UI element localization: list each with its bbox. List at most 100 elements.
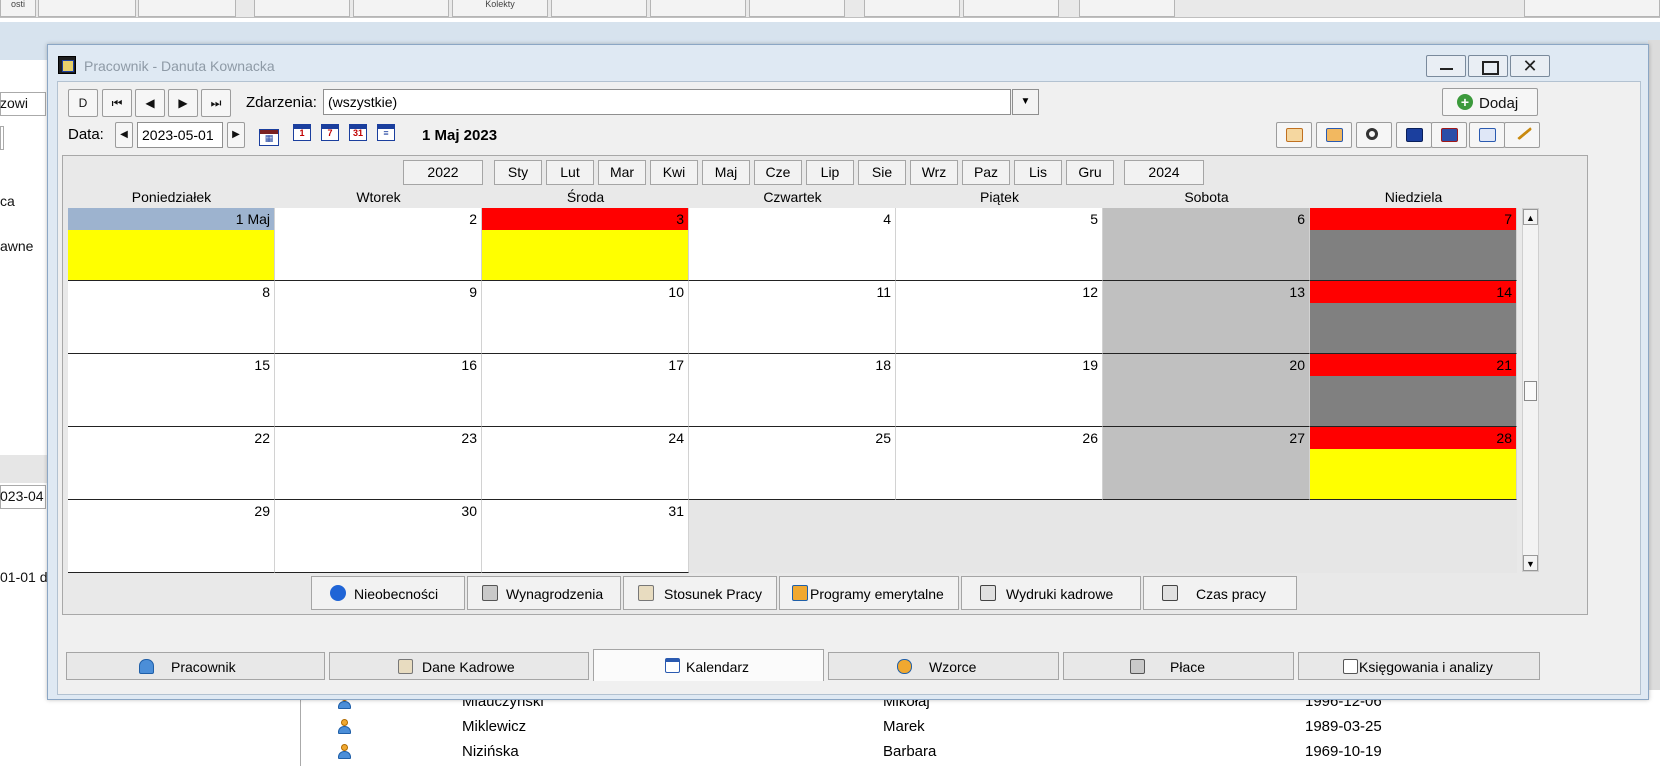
bg-toolbar-button[interactable] bbox=[749, 0, 845, 17]
month-button-sty[interactable]: Sty bbox=[494, 160, 542, 185]
day-cell[interactable]: 24 bbox=[482, 427, 689, 500]
subtab-stosunek-pracy[interactable]: Stosunek Pracy bbox=[623, 576, 777, 610]
day-cell-body[interactable] bbox=[1103, 376, 1309, 426]
day-cell-body[interactable] bbox=[896, 376, 1102, 426]
day-cell-body[interactable] bbox=[896, 303, 1102, 353]
subtab-wydruki-kadrowe[interactable]: Wydruki kadrowe bbox=[961, 576, 1141, 610]
day-cell[interactable]: 29 bbox=[68, 500, 275, 573]
title-bar[interactable]: Pracownik - Danuta Kownacka ✕ bbox=[48, 45, 1648, 81]
week-view-icon[interactable]: 7 bbox=[321, 124, 339, 141]
subtab-nieobecnosci[interactable]: Nieobecności bbox=[311, 576, 465, 610]
calendar-picker-icon[interactable]: ▦ bbox=[259, 129, 279, 146]
day-cell[interactable]: 22 bbox=[68, 427, 275, 500]
day-cell-body[interactable] bbox=[1310, 376, 1516, 426]
month-view-icon[interactable]: 31 bbox=[349, 124, 367, 141]
day-cell[interactable]: 21 bbox=[1310, 354, 1517, 427]
date-input[interactable]: 2023-05-01 bbox=[137, 122, 223, 148]
day-cell[interactable]: 19 bbox=[896, 354, 1103, 427]
day-cell[interactable]: 8 bbox=[68, 281, 275, 354]
skip-first-button[interactable]: ⏮ bbox=[102, 89, 132, 117]
bg-toolbar-button[interactable] bbox=[551, 0, 647, 17]
day-cell[interactable]: 4 bbox=[689, 208, 896, 281]
day-cell-body[interactable] bbox=[275, 303, 481, 353]
day-cell-body[interactable] bbox=[275, 230, 481, 280]
date-previous-button[interactable]: ◀ bbox=[115, 122, 133, 148]
day-cell[interactable]: 5 bbox=[896, 208, 1103, 281]
day-cell-body[interactable] bbox=[896, 230, 1102, 280]
day-cell[interactable]: 2 bbox=[275, 208, 482, 281]
bg-toolbar-button[interactable]: osti bbox=[0, 0, 36, 17]
chevron-down-icon[interactable]: ▼ bbox=[1012, 89, 1039, 115]
day-cell-body[interactable] bbox=[689, 303, 895, 353]
bg-toolbar-button[interactable] bbox=[650, 0, 746, 17]
day-cell-body[interactable] bbox=[1310, 449, 1516, 499]
pencil-icon[interactable] bbox=[1504, 121, 1540, 148]
bg-toolbar-button[interactable] bbox=[38, 0, 136, 17]
maximize-button[interactable] bbox=[1468, 55, 1508, 77]
day-cell-body[interactable] bbox=[1103, 449, 1309, 499]
day-cell-body[interactable] bbox=[275, 522, 481, 572]
bg-toolbar-button[interactable] bbox=[864, 0, 960, 17]
day-view-icon[interactable]: 1 bbox=[293, 124, 311, 141]
day-cell-body[interactable] bbox=[482, 449, 688, 499]
chart-icon[interactable] bbox=[1316, 122, 1352, 148]
month-button-lis[interactable]: Lis bbox=[1014, 160, 1062, 185]
calendar-scrollbar[interactable]: ▲ ▼ bbox=[1522, 208, 1539, 572]
search-icon[interactable] bbox=[1356, 122, 1392, 148]
day-cell-body[interactable] bbox=[896, 449, 1102, 499]
scroll-up-icon[interactable]: ▲ bbox=[1523, 209, 1538, 225]
day-cell[interactable]: 23 bbox=[275, 427, 482, 500]
bg-toolbar-button[interactable] bbox=[1079, 0, 1175, 17]
next-year-button[interactable]: 2024 bbox=[1124, 160, 1204, 185]
day-cell[interactable]: 12 bbox=[896, 281, 1103, 354]
day-cell-body[interactable] bbox=[482, 303, 688, 353]
month-button-lut[interactable]: Lut bbox=[546, 160, 594, 185]
month-button-cze[interactable]: Cze bbox=[754, 160, 802, 185]
day-cell[interactable]: 15 bbox=[68, 354, 275, 427]
day-cell[interactable]: 11 bbox=[689, 281, 896, 354]
scroll-down-icon[interactable]: ▼ bbox=[1523, 555, 1538, 571]
subtab-programy-emerytalne[interactable]: Programy emerytalne bbox=[779, 576, 959, 610]
month-button-wrz[interactable]: Wrz bbox=[910, 160, 958, 185]
prev-year-button[interactable]: 2022 bbox=[403, 160, 483, 185]
bg-toolbar-button[interactable] bbox=[353, 0, 449, 17]
month-button-mar[interactable]: Mar bbox=[598, 160, 646, 185]
first-record-button[interactable]: D bbox=[68, 89, 98, 117]
day-cell-body[interactable] bbox=[275, 376, 481, 426]
day-cell-body[interactable] bbox=[68, 449, 274, 499]
day-cell[interactable]: 28 bbox=[1310, 427, 1517, 500]
day-cell[interactable]: 13 bbox=[1103, 281, 1310, 354]
day-cell[interactable]: 25 bbox=[689, 427, 896, 500]
day-cell-body[interactable] bbox=[1310, 303, 1516, 353]
bg-toolbar-button[interactable] bbox=[963, 0, 1059, 17]
day-cell-body[interactable] bbox=[68, 376, 274, 426]
day-cell[interactable]: 31 bbox=[482, 500, 689, 573]
next-button[interactable]: ▶ bbox=[168, 89, 198, 117]
day-cell[interactable]: 17 bbox=[482, 354, 689, 427]
day-cell[interactable]: 18 bbox=[689, 354, 896, 427]
tab-kalendarz[interactable]: Kalendarz bbox=[593, 649, 824, 681]
day-cell-body[interactable] bbox=[68, 522, 274, 572]
event-icon[interactable] bbox=[1276, 122, 1312, 148]
day-cell-body[interactable] bbox=[689, 230, 895, 280]
day-cell-body[interactable] bbox=[482, 376, 688, 426]
day-cell[interactable]: 10 bbox=[482, 281, 689, 354]
day-cell[interactable]: 6 bbox=[1103, 208, 1310, 281]
bg-toolbar-button[interactable] bbox=[138, 0, 236, 17]
month-button-gru[interactable]: Gru bbox=[1066, 160, 1114, 185]
bg-toolbar-button[interactable] bbox=[1524, 0, 1660, 17]
list-item[interactable]: Miklewicz Marek 1989-03-25 bbox=[301, 715, 1660, 739]
day-cell[interactable]: 26 bbox=[896, 427, 1103, 500]
month-button-maj[interactable]: Maj bbox=[702, 160, 750, 185]
day-cell[interactable]: 30 bbox=[275, 500, 482, 573]
bg-toolbar-button[interactable]: Kolekty bbox=[452, 0, 548, 17]
day-cell-body[interactable] bbox=[689, 449, 895, 499]
day-cell[interactable]: 16 bbox=[275, 354, 482, 427]
day-cell[interactable]: 7 bbox=[1310, 208, 1517, 281]
scroll-thumb[interactable] bbox=[1524, 381, 1537, 401]
tab-place[interactable]: Płace bbox=[1063, 652, 1294, 680]
day-cell[interactable]: 27 bbox=[1103, 427, 1310, 500]
tab-ksiegowania-i-analizy[interactable]: Księgowania i analizy bbox=[1298, 652, 1540, 680]
month-button-sie[interactable]: Sie bbox=[858, 160, 906, 185]
skip-last-button[interactable]: ⏭ bbox=[201, 89, 231, 117]
